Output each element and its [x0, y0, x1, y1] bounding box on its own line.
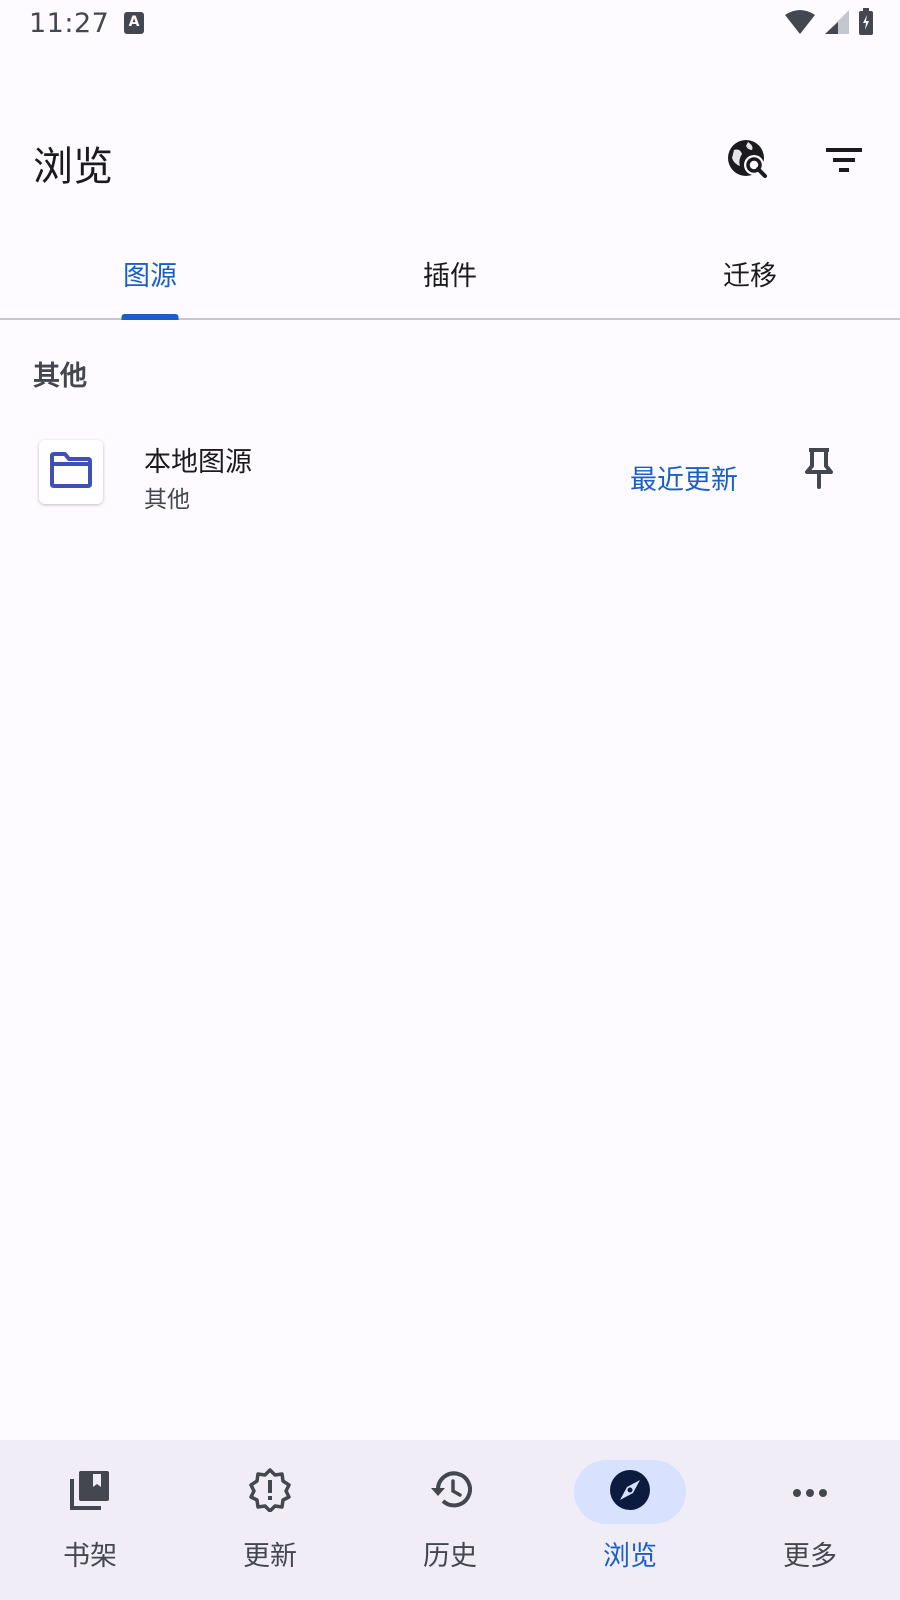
tab-indicator — [121, 314, 179, 320]
folder-icon — [49, 452, 93, 492]
battery-icon — [858, 8, 874, 40]
nav-item-browse[interactable]: 浏览 — [540, 1440, 720, 1600]
wifi-icon — [784, 9, 816, 39]
tab-migrate[interactable]: 迁移 — [600, 232, 900, 318]
status-time: 11:27 — [29, 8, 110, 39]
status-bar: 11:27 A — [0, 0, 900, 52]
tab-row: 图源 插件 迁移 — [0, 232, 900, 320]
source-icon — [39, 440, 103, 504]
tab-label: 图源 — [123, 261, 177, 292]
nav-pill — [394, 1460, 506, 1524]
nav-item-updates[interactable]: 更新 — [180, 1440, 360, 1600]
signal-icon — [824, 9, 850, 39]
top-app-bar: 浏览 — [0, 112, 900, 212]
alert-badge-icon — [248, 1468, 292, 1516]
filter-icon — [826, 146, 862, 178]
a-icon: A — [124, 12, 144, 34]
nav-item-history[interactable]: 历史 — [360, 1440, 540, 1600]
bottom-navigation: 书架 更新 历史 浏览 更多 — [0, 1440, 900, 1600]
filter-button[interactable] — [818, 136, 870, 188]
nav-label: 浏览 — [603, 1541, 657, 1572]
nav-item-library[interactable]: 书架 — [0, 1440, 180, 1600]
latest-button[interactable]: 最近更新 — [630, 458, 738, 497]
source-item-local[interactable]: 本地图源 其他 最近更新 — [0, 420, 900, 520]
nav-pill — [754, 1460, 866, 1524]
history-icon — [428, 1470, 472, 1514]
tab-label: 插件 — [423, 261, 477, 292]
source-language: 其他 — [144, 487, 190, 513]
nav-label: 更新 — [243, 1541, 297, 1572]
nav-pill — [214, 1460, 326, 1524]
nav-label: 书架 — [63, 1541, 117, 1572]
section-header: 其他 — [33, 361, 87, 392]
globe-search-icon — [726, 138, 770, 186]
nav-pill — [34, 1460, 146, 1524]
nav-pill-active — [574, 1460, 686, 1524]
tab-label: 迁移 — [723, 261, 777, 292]
nav-item-more[interactable]: 更多 — [720, 1440, 900, 1600]
nav-label: 更多 — [783, 1541, 837, 1572]
nav-label: 历史 — [423, 1541, 477, 1572]
page-title: 浏览 — [33, 144, 113, 190]
compass-icon — [609, 1469, 651, 1515]
tab-extensions[interactable]: 插件 — [300, 232, 600, 318]
status-icons — [784, 8, 874, 40]
tab-sources[interactable]: 图源 — [0, 232, 300, 320]
more-horiz-icon — [792, 1483, 828, 1502]
pin-icon — [803, 447, 835, 493]
pin-button[interactable] — [793, 444, 845, 496]
source-name: 本地图源 — [144, 447, 252, 478]
global-search-button[interactable] — [722, 136, 774, 188]
library-icon — [69, 1469, 111, 1515]
